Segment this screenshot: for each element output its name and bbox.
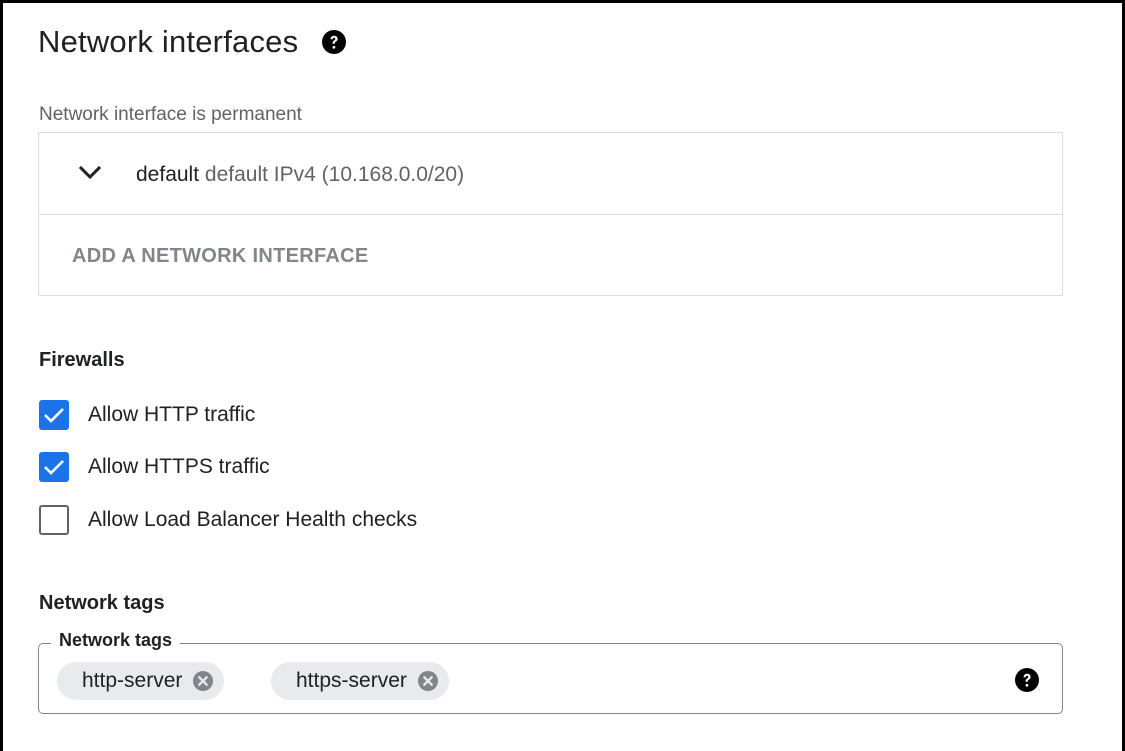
network-tags-label: Network tags	[39, 592, 165, 614]
allow-https-checkbox[interactable]	[39, 452, 69, 482]
help-circle-icon[interactable]	[1015, 668, 1039, 692]
tag-chip-https-server[interactable]: https-server	[271, 662, 449, 700]
help-circle-icon[interactable]	[322, 30, 347, 54]
section-header: Network interfaces	[38, 24, 347, 60]
network-interface-detail: default IPv4 (10.168.0.0/20)	[204, 163, 465, 186]
allow-lb-health-label: Allow Load Balancer Health checks	[88, 508, 418, 531]
network-interface-name: default	[136, 163, 200, 186]
network-interface-row[interactable]: default default IPv4 (10.168.0.0/20)	[39, 133, 1062, 215]
network-interface-panel: default default IPv4 (10.168.0.0/20) ADD…	[38, 132, 1063, 296]
add-network-interface-button[interactable]: ADD A NETWORK INTERFACE	[72, 245, 369, 268]
network-tags-input[interactable]: Network tags http-server https-server	[38, 630, 1063, 714]
allow-http-label: Allow HTTP traffic	[88, 403, 256, 426]
close-circle-icon[interactable]	[192, 670, 214, 692]
tag-chip-http-server[interactable]: http-server	[57, 662, 225, 700]
permanent-note: Network interface is permanent	[39, 104, 302, 125]
firewalls-label: Firewalls	[39, 349, 125, 371]
page-title: Network interfaces	[38, 24, 299, 59]
tag-chip-label: https-server	[296, 669, 407, 692]
allow-https-label: Allow HTTPS traffic	[88, 455, 270, 478]
tag-chip-label: http-server	[82, 669, 183, 692]
close-circle-icon[interactable]	[417, 670, 439, 692]
network-interface-summary: default default IPv4 (10.168.0.0/20)	[136, 163, 464, 187]
chevron-down-icon[interactable]	[78, 165, 102, 181]
allow-http-checkbox[interactable]	[39, 400, 69, 430]
allow-lb-health-checkbox[interactable]	[39, 505, 69, 535]
allow-https-option[interactable]: Allow HTTPS traffic	[39, 452, 270, 482]
allow-http-option[interactable]: Allow HTTP traffic	[39, 400, 255, 430]
network-tags-field-label: Network tags	[51, 630, 181, 651]
allow-lb-health-option[interactable]: Allow Load Balancer Health checks	[39, 505, 417, 535]
